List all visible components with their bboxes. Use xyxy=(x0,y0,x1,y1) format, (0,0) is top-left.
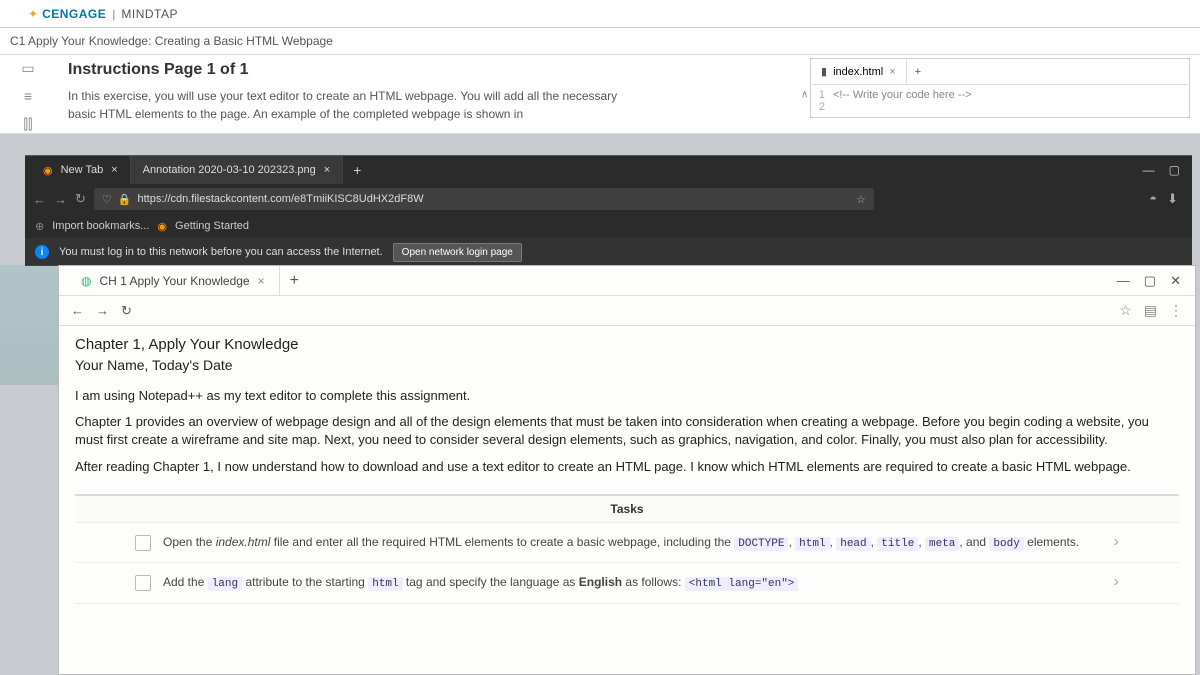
chevron-right-icon: › xyxy=(1114,533,1119,551)
shield-icon: ♡ xyxy=(102,193,112,206)
info-icon: i xyxy=(35,245,49,259)
firefox-icon: ◉ xyxy=(43,164,53,177)
editor-add-tab[interactable]: + xyxy=(907,66,929,78)
add-tab-button[interactable]: + xyxy=(343,162,371,178)
page-heading-1: Chapter 1, Apply Your Knowledge xyxy=(75,336,1179,353)
inner-window-controls: — ▢ ✕ xyxy=(1117,273,1195,289)
close-icon[interactable]: × xyxy=(889,66,895,78)
open-login-button[interactable]: Open network login page xyxy=(393,243,522,262)
rendered-page: Chapter 1, Apply Your Knowledge Your Nam… xyxy=(59,326,1195,614)
outer-tab-bar: ◉ New Tab × Annotation 2020-03-10 202323… xyxy=(25,156,1192,184)
editor-tab-label: index.html xyxy=(833,66,883,78)
tasks-heading: Tasks xyxy=(75,494,1179,523)
reload-button[interactable]: ↻ xyxy=(121,303,132,319)
url-text: https://cdn.filestackcontent.com/e8TmiiK… xyxy=(137,193,423,205)
task-text: Open the index.html file and enter all t… xyxy=(163,533,1102,553)
chevron-right-icon: › xyxy=(1114,573,1119,591)
inner-browser-window: ◍ CH 1 Apply Your Knowledge × + — ▢ ✕ ← … xyxy=(58,265,1196,675)
code-line: <!-- Write your code here --> xyxy=(829,89,972,113)
book-icon[interactable]: ▭ xyxy=(19,59,37,77)
back-button[interactable]: ← xyxy=(71,303,84,318)
cengage-header: ✦ CENGAGE | MINDTAP xyxy=(0,0,1200,28)
side-decoration xyxy=(0,265,58,385)
inner-add-tab[interactable]: + xyxy=(280,272,309,290)
import-bookmarks[interactable]: Import bookmarks... xyxy=(52,220,149,232)
close-icon[interactable]: × xyxy=(324,164,330,176)
minimize-icon[interactable]: — xyxy=(1117,273,1130,289)
assignment-title: C1 Apply Your Knowledge: Creating a Basi… xyxy=(0,28,1200,55)
list-icon[interactable]: ≡ xyxy=(19,87,37,105)
tab-label: New Tab xyxy=(61,164,104,176)
line-number: 1 xyxy=(811,89,825,101)
close-icon[interactable]: × xyxy=(111,164,117,176)
task-checkbox[interactable] xyxy=(135,535,151,551)
globe-icon: ◍ xyxy=(81,274,91,288)
collapse-caret-icon[interactable]: ∧ xyxy=(801,89,808,100)
task-item-1[interactable]: Open the index.html file and enter all t… xyxy=(75,523,1179,564)
url-input[interactable]: ♡ 🔒 https://cdn.filestackcontent.com/e8T… xyxy=(94,188,874,210)
import-bookmarks-icon: ⊕ xyxy=(35,220,44,233)
back-button[interactable]: ← xyxy=(33,192,46,207)
task-checkbox[interactable] xyxy=(135,575,151,591)
menu-icon[interactable]: ⋮ xyxy=(1169,302,1183,319)
close-window-icon[interactable]: ✕ xyxy=(1170,273,1181,289)
tab-new[interactable]: ◉ New Tab × xyxy=(31,156,131,184)
lock-icon: 🔒 xyxy=(118,193,132,206)
tasks-section: Tasks Open the index.html file and enter… xyxy=(75,494,1179,604)
inner-tab[interactable]: ◍ CH 1 Apply Your Knowledge × xyxy=(67,266,280,295)
task-text: Add the lang attribute to the starting h… xyxy=(163,573,1102,593)
brand-divider: | xyxy=(112,7,115,21)
reader-icon[interactable]: ▤ xyxy=(1144,302,1157,319)
paragraph-1: I am using Notepad++ as my text editor t… xyxy=(75,387,1179,405)
instructions-text: In this exercise, you will use your text… xyxy=(68,87,628,123)
tab-annotation[interactable]: Annotation 2020-03-10 202323.png × xyxy=(131,156,344,184)
forward-button[interactable]: → xyxy=(96,303,109,318)
paragraph-2: Chapter 1 provides an overview of webpag… xyxy=(75,413,1179,449)
editor-tab-bar: ▮ index.html × + xyxy=(811,59,1189,85)
getting-started-link[interactable]: Getting Started xyxy=(175,220,249,232)
inner-tab-label: CH 1 Apply Your Knowledge xyxy=(99,274,249,288)
line-number: 2 xyxy=(811,101,825,113)
editor-body[interactable]: 1 2 <!-- Write your code here --> xyxy=(811,85,1189,117)
task-item-2[interactable]: Add the lang attribute to the starting h… xyxy=(75,563,1179,604)
minimize-icon[interactable]: — xyxy=(1143,163,1155,177)
inner-url-bar: ← → ↻ ☆ ▤ ⋮ xyxy=(59,296,1195,326)
code-editor: ∧ ▮ index.html × + 1 2 <!-- Write your c… xyxy=(810,58,1190,118)
left-icon-column: ▭ ≡ ⫿⫿ xyxy=(0,55,56,133)
reload-button[interactable]: ↻ xyxy=(75,191,86,207)
cengage-star-icon: ✦ xyxy=(28,7,38,21)
tab-label: Annotation 2020-03-10 202323.png xyxy=(143,164,316,176)
outer-browser-window: ◉ New Tab × Annotation 2020-03-10 202323… xyxy=(25,155,1192,266)
chart-icon[interactable]: ⫿⫿ xyxy=(19,115,37,133)
maximize-icon[interactable]: ▢ xyxy=(1169,163,1180,177)
bookmark-star-icon[interactable]: ☆ xyxy=(856,193,866,206)
editor-tab-index[interactable]: ▮ index.html × xyxy=(811,59,907,84)
mindtap-brand: MINDTAP xyxy=(121,7,178,21)
page-heading-2: Your Name, Today's Date xyxy=(75,357,1179,373)
pocket-icon[interactable]: ◓ xyxy=(1149,191,1157,207)
firefox-icon: ◉ xyxy=(157,220,167,233)
download-icon[interactable]: ⬇ xyxy=(1167,191,1178,207)
paragraph-3: After reading Chapter 1, I now understan… xyxy=(75,458,1179,476)
bookmark-star-icon[interactable]: ☆ xyxy=(1119,302,1132,319)
file-icon: ▮ xyxy=(821,65,827,78)
inner-tab-bar: ◍ CH 1 Apply Your Knowledge × + — ▢ ✕ xyxy=(59,266,1195,296)
forward-button[interactable]: → xyxy=(54,192,67,207)
bookmarks-toolbar: ⊕ Import bookmarks... ◉ Getting Started xyxy=(25,214,1192,238)
window-controls: — ▢ xyxy=(1143,163,1192,177)
maximize-icon[interactable]: ▢ xyxy=(1144,273,1156,289)
close-icon[interactable]: × xyxy=(258,274,265,288)
cengage-brand: CENGAGE xyxy=(42,7,106,21)
outer-url-bar: ← → ↻ ♡ 🔒 https://cdn.filestackcontent.c… xyxy=(25,184,1192,214)
network-notice: i You must log in to this network before… xyxy=(25,238,1192,266)
notice-text: You must log in to this network before y… xyxy=(59,246,383,258)
